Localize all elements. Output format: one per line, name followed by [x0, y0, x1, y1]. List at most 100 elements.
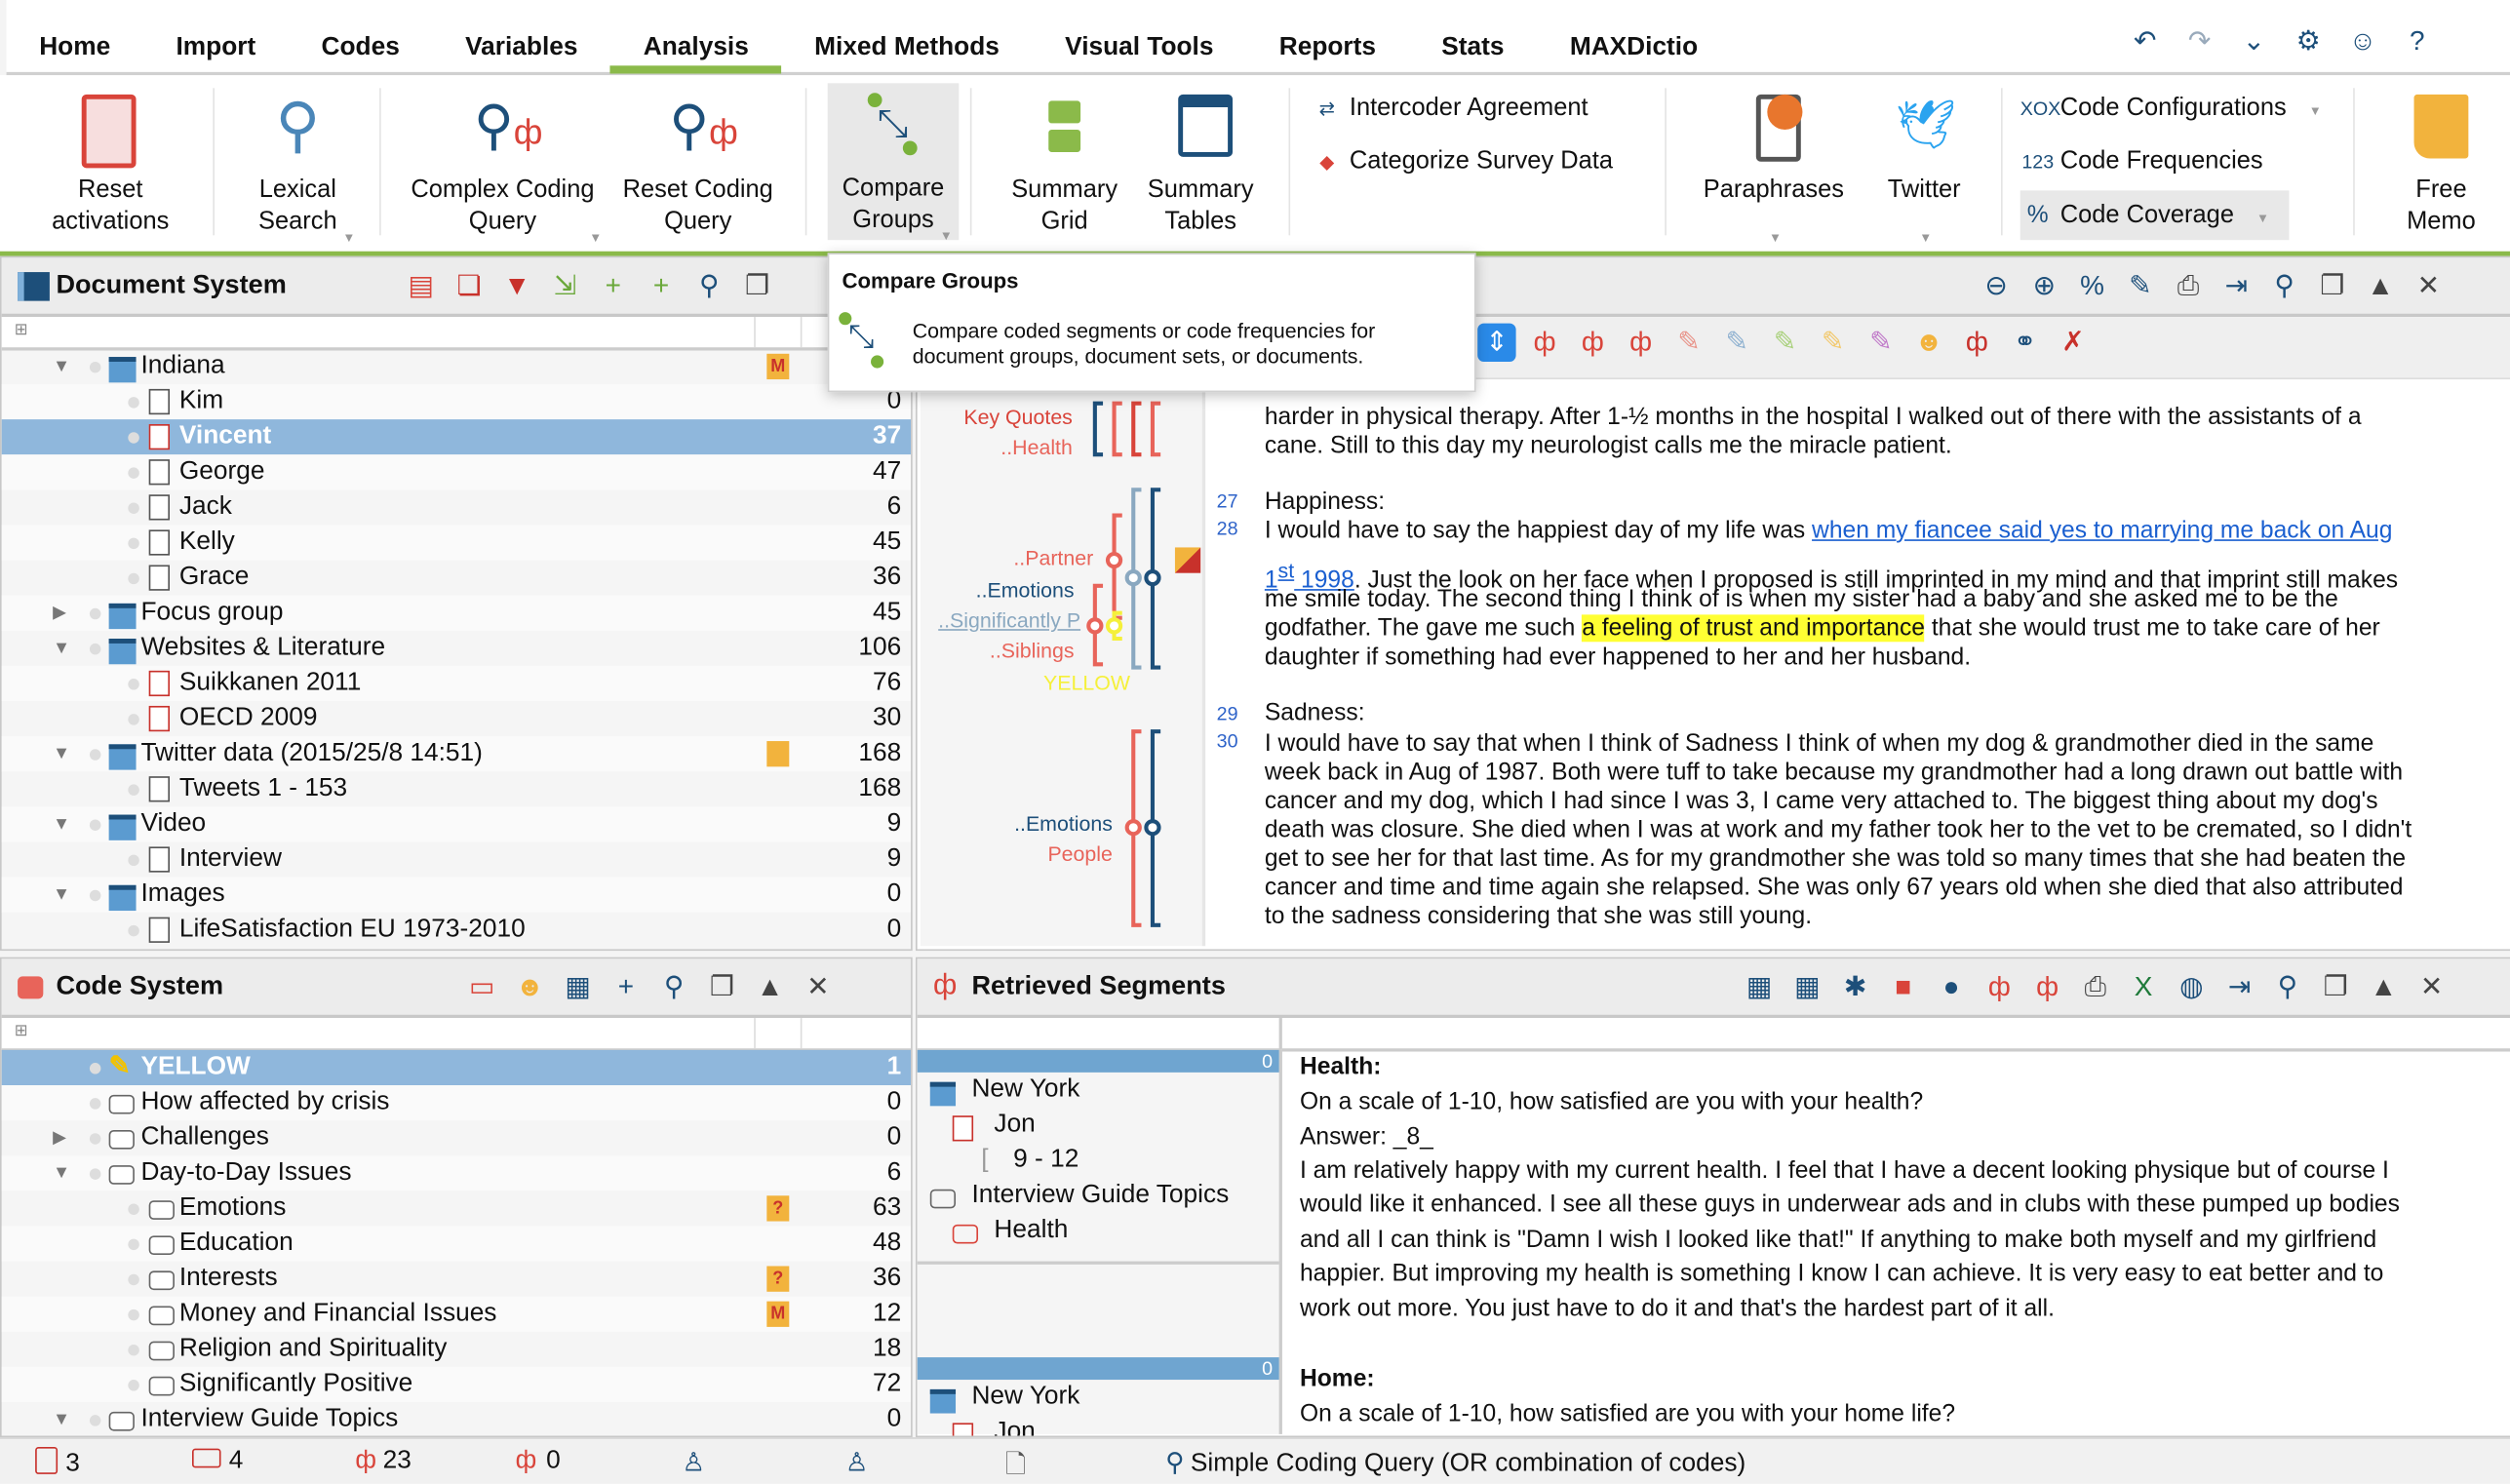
activation-dot[interactable] [128, 1203, 139, 1215]
text-line[interactable]: death was closure. She died when I was a… [1265, 816, 2412, 845]
activation-dot[interactable] [89, 1133, 101, 1145]
text-line[interactable]: to the sadness considering that she was … [1265, 903, 1812, 932]
coding-stripe[interactable] [1112, 401, 1122, 457]
restore-window-icon[interactable]: ❐ [703, 968, 741, 1006]
export-icon[interactable]: ⇥ [2220, 968, 2258, 1006]
print-icon[interactable]: ⎙ [2076, 968, 2114, 1006]
add-code-icon[interactable]: ф [2028, 968, 2066, 1006]
text-line[interactable]: me smile today. The second thing I think… [1265, 586, 2338, 615]
status-segments[interactable]: ф 23 [355, 1447, 411, 1476]
expanded-triangle-icon[interactable]: ▼ [53, 1155, 70, 1191]
tree-row[interactable]: Religion and Spirituality 18 [2, 1332, 911, 1367]
close-icon[interactable]: ✕ [2412, 968, 2451, 1006]
memo-flag-icon[interactable] [1174, 547, 1201, 573]
code-margin-label[interactable]: Key Quotes [963, 405, 1073, 429]
excel-icon[interactable]: X [2124, 968, 2162, 1006]
text-line[interactable]: I would have to say that when I think of… [1265, 730, 2373, 760]
activation-dot[interactable] [89, 1415, 101, 1426]
overview-icon[interactable]: ▦ [1788, 968, 1826, 1006]
status-codes[interactable]: 4 [191, 1447, 243, 1476]
text-line[interactable]: Sadness: [1265, 699, 1365, 728]
activation-dot[interactable] [128, 1380, 139, 1391]
stripe-handle[interactable] [1144, 819, 1161, 837]
lightbulb-icon[interactable]: ✱ [1836, 968, 1874, 1006]
stripe-handle[interactable] [1124, 568, 1142, 587]
text-line[interactable]: godfather. The gave me such a feeling of… [1265, 614, 2380, 644]
user-icon[interactable]: ♙ [845, 1447, 869, 1479]
status-query[interactable]: ⚲ Simple Coding Query (OR combination of … [1165, 1447, 1745, 1479]
code-margin-label[interactable]: ..Partner [1013, 546, 1093, 570]
code-margin-label[interactable]: ..Siblings [990, 639, 1075, 663]
hyperlink[interactable]: st [1278, 559, 1295, 583]
text-line[interactable]: harder in physical therapy. After 1-½ mo… [1265, 404, 2362, 433]
text-line[interactable]: get to see her for that last time. As fo… [1265, 845, 2406, 875]
stripe-handle[interactable] [1144, 568, 1161, 587]
color-icon[interactable]: ■ [1884, 968, 1922, 1006]
collapsed-triangle-icon[interactable]: ▶ [53, 1120, 66, 1155]
code-icon[interactable]: ф [1981, 968, 2019, 1006]
text-line[interactable]: cancer and my dog, which I had since I w… [1265, 788, 2378, 817]
tree-row[interactable]: How affected by crisis 0 [1, 1085, 912, 1121]
memo-icon[interactable]: M [766, 1301, 790, 1327]
status-weighted[interactable]: ф0 [516, 1447, 561, 1476]
close-icon[interactable]: ✕ [799, 968, 837, 1006]
stripe-handle[interactable] [1105, 551, 1123, 569]
tree-row[interactable]: Money and Financial Issues M 12 [1, 1296, 912, 1332]
activation-dot[interactable] [89, 1168, 101, 1180]
code-margin-label[interactable]: ..Emotions [1014, 811, 1113, 836]
tooltip-text: Compare coded segments or code frequenci… [912, 318, 1376, 343]
tree-row[interactable]: Significantly Positive 72 [1, 1366, 912, 1403]
code-margin-label[interactable]: ..Emotions [976, 578, 1075, 603]
activation-dot[interactable] [128, 1344, 139, 1356]
spellcheck-icon[interactable]: ● [1932, 968, 1970, 1006]
text-line[interactable]: Happiness: [1265, 488, 1385, 518]
new-code-icon[interactable]: + [607, 968, 645, 1006]
table-icon[interactable]: ▦ [559, 968, 597, 1006]
text-line[interactable]: I would have to say the happiest day of … [1265, 517, 2393, 546]
maximize-icon[interactable]: ▲ [751, 968, 789, 1006]
text-line[interactable]: week back in Aug of 1987. Both were tuff… [1265, 759, 2403, 788]
search-icon[interactable]: ⚲ [2268, 968, 2306, 1006]
tree-row[interactable]: ▼ Day-to-Day Issues 6 [1, 1155, 912, 1191]
status-documents[interactable]: 3 [35, 1447, 80, 1479]
stripe-handle[interactable] [1086, 617, 1104, 635]
tree-row[interactable]: Education 48 [1, 1226, 912, 1262]
hyperlink[interactable]: when my fiancee said yes to marrying me … [1812, 517, 2392, 544]
stripe-handle[interactable] [1105, 617, 1123, 635]
activation-dot[interactable] [128, 1308, 139, 1321]
tree-row[interactable]: Emotions? 63 [2, 1191, 911, 1226]
segment-group-header[interactable]: 0 [917, 1357, 1279, 1381]
text-line[interactable]: daughter if something had ever happened … [1265, 644, 1971, 673]
tree-row[interactable]: Interests? 36 [2, 1262, 911, 1297]
text-line[interactable]: cane. Still to this day my neurologist c… [1265, 432, 1952, 461]
tree-row[interactable]: ▼ Interview Guide Topics 0 [2, 1402, 911, 1435]
tree-row[interactable]: ▶ Challenges 0 [2, 1120, 911, 1155]
tree-row[interactable]: ✎ YELLOW 1 [1, 1049, 912, 1086]
activation-dot[interactable] [89, 1063, 101, 1074]
emoticon-icon[interactable]: ☻ [511, 968, 549, 1006]
coding-stripe[interactable] [1092, 401, 1104, 457]
search-icon[interactable]: ⚲ [654, 968, 692, 1006]
web-icon[interactable]: ◍ [2173, 968, 2211, 1006]
code-margin-label[interactable]: ..Significantly P [938, 608, 1080, 633]
segment-group-header[interactable]: 0 [917, 1049, 1279, 1073]
code-memo-icon[interactable]: ▭ [462, 968, 500, 1006]
text-line[interactable]: cancer and time and time again she relap… [1265, 874, 2404, 903]
activation-dot[interactable] [128, 1273, 139, 1286]
code-margin-label[interactable]: ..Health [1000, 436, 1073, 460]
maximize-icon[interactable]: ▲ [2365, 968, 2403, 1006]
user-icon[interactable]: ♙ [682, 1447, 705, 1479]
memo-icon[interactable]: ? [766, 1266, 790, 1292]
code-margin-label[interactable]: People [1047, 841, 1112, 866]
coding-stripe[interactable] [1131, 401, 1142, 457]
document-download-icon[interactable]: 🗋 [1005, 1447, 1026, 1484]
code-margin-label[interactable]: YELLOW [1043, 671, 1130, 695]
activation-dot[interactable] [89, 1098, 101, 1110]
coding-stripe[interactable] [1150, 401, 1161, 457]
stripe-handle[interactable] [1124, 819, 1142, 837]
memo-icon[interactable]: ? [766, 1195, 790, 1222]
expanded-triangle-icon[interactable]: ▼ [53, 1402, 70, 1435]
activation-dot[interactable] [128, 1238, 139, 1251]
restore-window-icon[interactable]: ❐ [2316, 968, 2354, 1006]
table-icon[interactable]: ▦ [1740, 968, 1778, 1006]
